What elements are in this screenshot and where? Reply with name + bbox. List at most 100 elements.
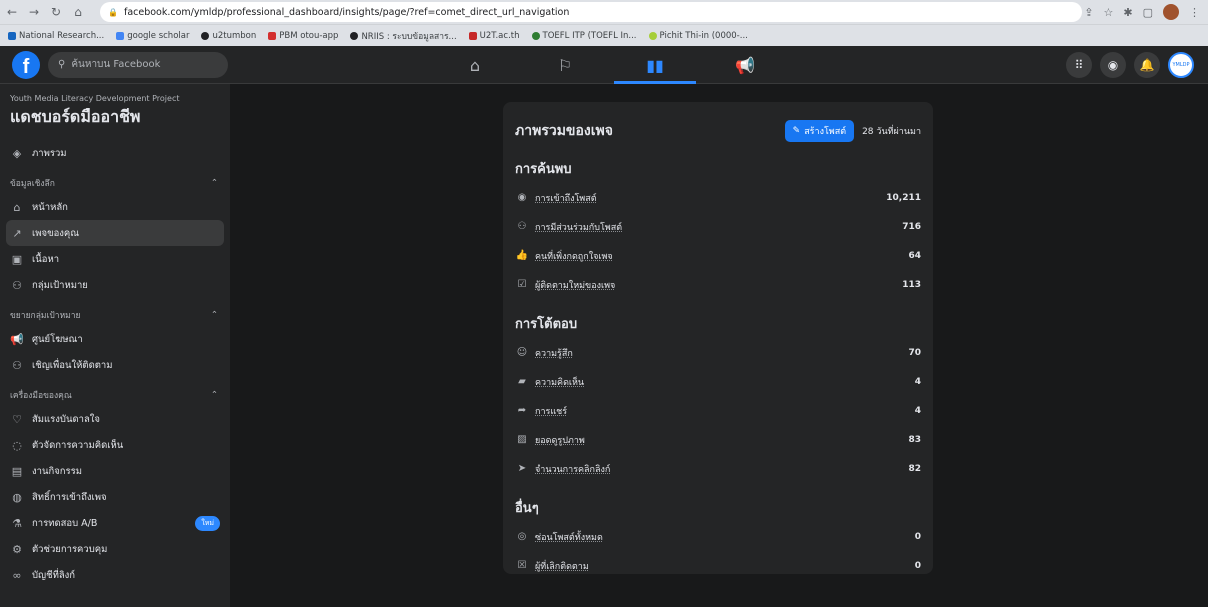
create-post-button[interactable]: ✎ สร้างโพสต์ (784, 120, 855, 142)
messenger-icon[interactable]: ◉ (1100, 52, 1126, 78)
metric-row[interactable]: ▰ ความคิดเห็น 4 (515, 367, 921, 396)
sidebar-item-moderation-assist[interactable]: ⚙ ตัวช่วยการควบคุม (6, 536, 224, 562)
reload-icon[interactable]: ↻ (50, 5, 62, 19)
overview-icon: ◈ (12, 146, 22, 160)
discovery-title: การค้นพบ (515, 162, 572, 177)
url-text: facebook.com/ymldp/professional_dashboar… (123, 6, 570, 18)
facebook-logo-icon[interactable]: f (12, 50, 40, 79)
interactions-title: การโต้ตอบ (515, 317, 578, 332)
metric-row[interactable]: ◉ การเข้าถึงโพสต์ 10,211 (515, 183, 921, 212)
main-content: ภาพรวมของเพจ ✎ สร้างโพสต์ 28 วันที่ผ่านม… (230, 84, 1208, 607)
sidebar-item-ab-test[interactable]: ⚗ การทดสอบ A/B ใหม่ (6, 510, 224, 536)
metric-row[interactable]: ➤ จำนวนการคลิกลิงก์ 82 (515, 454, 921, 483)
nav-pages-flag-icon[interactable]: ⚐ (520, 46, 610, 84)
lock-icon: 🔒 (108, 7, 118, 17)
nav-insights-icon[interactable]: ▮▮ (610, 46, 700, 84)
sidebar-section-grow-audience[interactable]: ขยายกลุ่มเป้าหมาย ⌃ (6, 304, 224, 326)
sidepanel-icon[interactable]: ▢ (1143, 6, 1153, 19)
forward-icon[interactable]: → (28, 5, 40, 19)
chevron-up-icon: ⌃ (210, 178, 218, 188)
metric-row[interactable]: ☒ ผู้ที่เลิกติดตาม 0 (515, 551, 921, 580)
calendar-icon: ▤ (11, 464, 23, 478)
bookmark-item[interactable]: U2T.ac.th (468, 31, 520, 41)
bookmark-item[interactable]: PBM otou-app (268, 31, 338, 41)
bookmark-star-icon[interactable]: ☆ (1104, 6, 1114, 19)
sidebar-item-invite-friends[interactable]: ⚇ เชิญเพื่อนให้ติดตาม (6, 352, 224, 378)
back-icon[interactable]: ← (6, 5, 18, 19)
sidebar-title: แดชบอร์ดมืออาชีพ (10, 107, 141, 126)
content-icon: ▣ (11, 252, 23, 266)
gear-icon: ⚙ (12, 542, 22, 556)
bookmark-icon (648, 31, 657, 40)
other-title: อื่นๆ (515, 501, 539, 516)
bookmark-item[interactable]: Pichit Thi-in (0000-... (648, 31, 748, 41)
globe-icon: ◉ (517, 192, 527, 203)
facebook-topbar: f ⚲ ค้นหาบน Facebook ⌂ ⚐ ▮▮ 📢 ⠿ ◉ 🔔 YMLD… (0, 46, 1208, 84)
sidebar-item-page-access[interactable]: ◍ สิทธิ์การเข้าถึงเพจ (6, 484, 224, 510)
metric-row[interactable]: ☑ ผู้ติดตามใหม่ของเพจ 113 (515, 270, 921, 299)
extensions-icon[interactable]: ✱ (1123, 6, 1132, 19)
sidebar-item-comment-manager[interactable]: ◌ ตัวจัดการความคิดเห็น (6, 432, 224, 458)
home-icon: ⌂ (13, 200, 21, 214)
menu-grid-icon[interactable]: ⠿ (1066, 52, 1092, 78)
home-icon[interactable]: ⌂ (72, 5, 84, 19)
notifications-bell-icon[interactable]: 🔔 (1134, 52, 1160, 78)
bookmark-item[interactable]: TOEFL ITP (TOEFL In... (531, 31, 637, 41)
people-icon: ⚇ (12, 278, 22, 292)
chevron-up-icon: ⌃ (210, 390, 218, 400)
metric-row[interactable]: ◎ ซ่อนโพสต์ทั้งหมด 0 (515, 522, 921, 551)
bookmark-icon (350, 31, 359, 40)
facebook-search-input[interactable]: ⚲ ค้นหาบน Facebook (48, 51, 228, 78)
page-overview-card: ภาพรวมของเพจ ✎ สร้างโพสต์ 28 วันที่ผ่านม… (503, 102, 933, 574)
sidebar-item-linked-accounts[interactable]: ∞ บัญชีที่ลิงก์ (6, 562, 224, 588)
facebook-main-nav: ⌂ ⚐ ▮▮ 📢 (430, 46, 790, 84)
nav-ads-megaphone-icon[interactable]: 📢 (700, 46, 790, 84)
inspiration-icon: ♡ (12, 412, 22, 426)
address-bar[interactable]: 🔒 facebook.com/ymldp/professional_dashbo… (100, 2, 1082, 22)
bookmark-item[interactable]: NRIIS : ระบบข้อมูลสาร... (350, 29, 457, 43)
sidebar-item-home[interactable]: ⌂ หน้าหลัก (6, 194, 224, 220)
metric-row[interactable]: ▨ ยอดดูรูปภาพ 83 (515, 425, 921, 454)
bookmark-item[interactable]: National Research... (8, 31, 104, 41)
metric-row[interactable]: ⚇ การมีส่วนร่วมกับโพสต์ 716 (515, 212, 921, 241)
comment-bubble-icon: ▰ (518, 376, 526, 387)
browser-profile-avatar[interactable] (1163, 4, 1179, 20)
sidebar-item-inspiration[interactable]: ♡ สัมแรงบันดาลใจ (6, 406, 224, 432)
sidebar-item-events[interactable]: ▤ งานกิจกรรม (6, 458, 224, 484)
access-icon: ◍ (12, 490, 22, 504)
flask-icon: ⚗ (12, 516, 22, 530)
sidebar-item-content[interactable]: ▣ เนื้อหา (6, 246, 224, 272)
edit-icon: ✎ (792, 126, 801, 136)
browser-menu-icon[interactable]: ⋮ (1189, 6, 1200, 19)
dashboard-sidebar: Youth Media Literacy Development Project… (0, 84, 230, 607)
trend-line-icon: ↗ (12, 226, 22, 240)
photo-icon: ▨ (517, 434, 527, 445)
bookmarks-bar: National Research... google scholar u2tu… (0, 24, 1208, 46)
sidebar-item-ad-center[interactable]: 📢 ศูนย์โฆษณา (6, 326, 224, 352)
page-name: Youth Media Literacy Development Project (10, 94, 180, 103)
nav-home-icon[interactable]: ⌂ (430, 46, 520, 84)
bookmark-item[interactable]: google scholar (116, 31, 189, 41)
engagement-icon: ⚇ (517, 221, 527, 232)
sidebar-section-tools[interactable]: เครื่องมือของคุณ ⌃ (6, 384, 224, 406)
unfollow-icon: ☒ (517, 560, 527, 571)
thumbs-up-icon: 👍 (515, 250, 529, 261)
sidebar-item-overview[interactable]: ◈ ภาพรวม (6, 140, 224, 166)
metric-row[interactable]: ☺ ความรู้สึก 70 (515, 338, 921, 367)
sidebar-item-audience[interactable]: ⚇ กลุ่มเป้าหมาย (6, 272, 224, 298)
metric-row[interactable]: 👍 คนที่เพิ่งกดถูกใจเพจ 64 (515, 241, 921, 270)
metric-row[interactable]: ➦ การแชร์ 4 (515, 396, 921, 425)
share-icon[interactable]: ⇪ (1084, 6, 1093, 19)
cursor-click-icon: ➤ (517, 463, 527, 474)
bookmark-item[interactable]: u2tumbon (201, 31, 256, 41)
chevron-up-icon: ⌃ (210, 310, 218, 320)
megaphone-icon: 📢 (10, 332, 24, 346)
sidebar-item-your-page[interactable]: ↗ เพจของคุณ (6, 220, 224, 246)
smiley-icon: ☺ (516, 347, 528, 358)
account-avatar[interactable]: YMLDP (1168, 52, 1194, 78)
browser-actions: ⇪ ☆ ✱ ▢ ⋮ (1084, 4, 1200, 20)
sidebar-section-insights[interactable]: ข้อมูลเชิงลึก ⌃ (6, 172, 224, 194)
hidden-eye-icon: ◎ (517, 531, 527, 542)
date-range[interactable]: 28 วันที่ผ่านมา (862, 124, 921, 138)
share-arrow-icon: ➦ (517, 405, 527, 416)
